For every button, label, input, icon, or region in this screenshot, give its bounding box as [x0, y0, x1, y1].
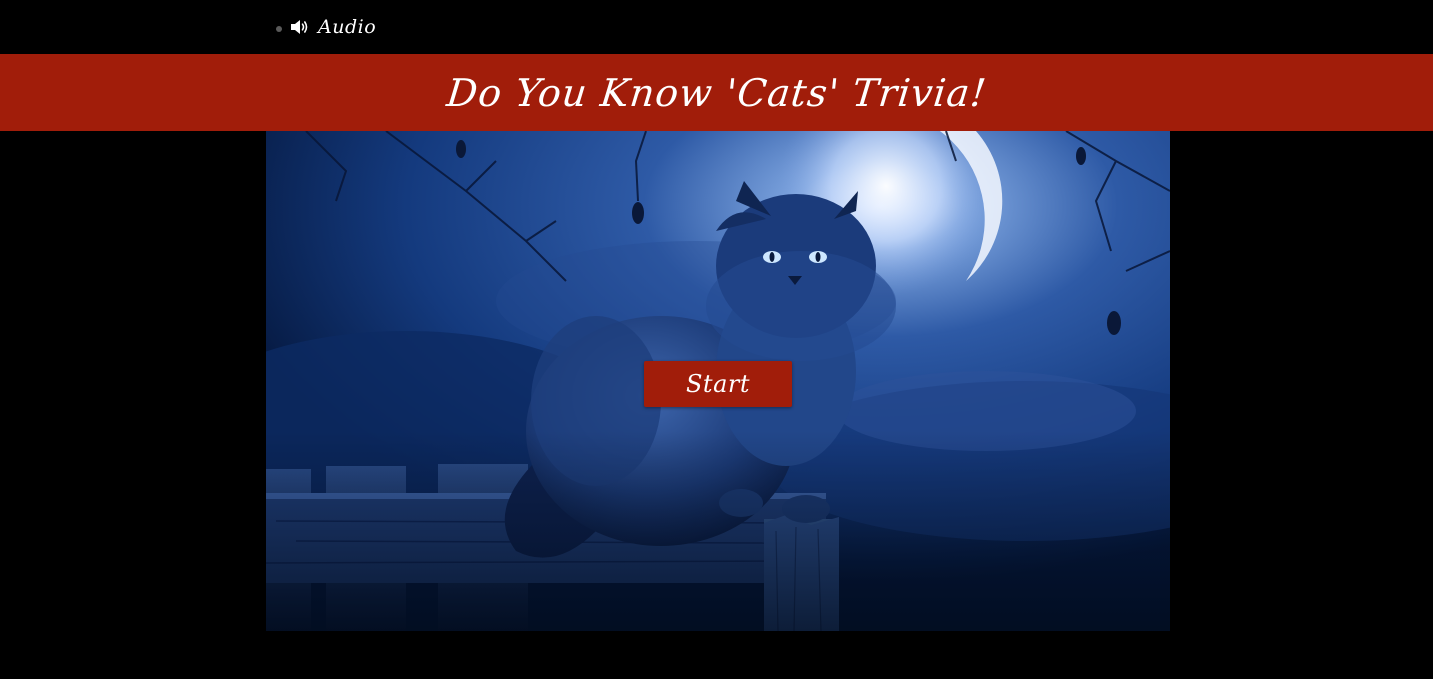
audio-label[interactable]: Audio: [318, 16, 376, 38]
audio-indicator-dot: [276, 26, 282, 32]
scene-illustration: Start: [266, 131, 1170, 631]
audio-control: Audio: [276, 14, 376, 40]
speaker-icon[interactable]: [290, 18, 310, 36]
title-banner: Do You Know 'Cats' Trivia!: [0, 54, 1433, 131]
audio-toggle[interactable]: Audio: [290, 16, 376, 38]
game-title: Do You Know 'Cats' Trivia!: [444, 70, 989, 115]
start-button[interactable]: Start: [644, 361, 792, 407]
game-page: Audio Do You Know 'Cats' Trivia! Start: [0, 0, 1433, 679]
